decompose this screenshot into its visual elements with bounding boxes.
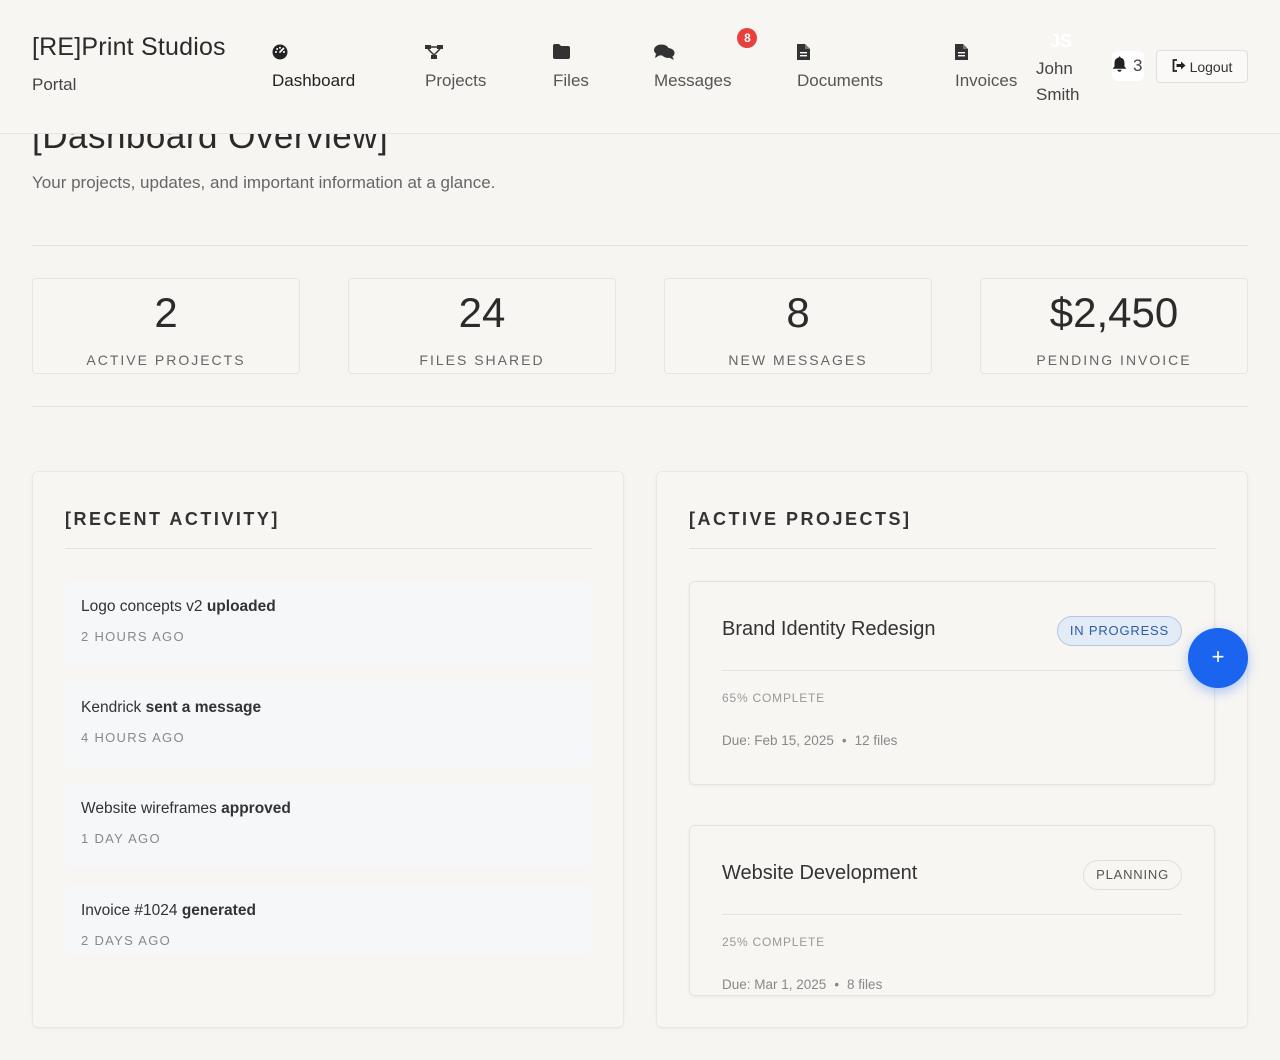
stat-value: 24: [458, 289, 506, 336]
activity-subject: Invoice #1024: [81, 902, 178, 919]
logout-button[interactable]: Logout: [1156, 50, 1248, 83]
panel-title: [ACTIVE PROJECTS]: [689, 509, 912, 529]
project-due: Due: Feb 15, 2025: [722, 733, 834, 748]
divider: [722, 914, 1182, 915]
separator: •: [841, 733, 847, 748]
project-meta: Due: Mar 1, 2025 • 8 files: [722, 977, 882, 992]
document-icon: [797, 44, 883, 62]
project-due: Due: Mar 1, 2025: [722, 977, 827, 992]
stat-label: ACTIVE PROJECTS: [86, 352, 246, 368]
stat-pending-invoice[interactable]: $2,450 PENDING INVOICE: [980, 278, 1248, 374]
nav-label: Invoices: [955, 71, 1018, 90]
nav-invoices[interactable]: Invoices: [955, 44, 1017, 94]
activity-item[interactable]: Logo concepts v2 uploaded 2 HOURS AGO: [65, 581, 592, 665]
status-badge: PLANNING: [1083, 860, 1182, 890]
project-card[interactable]: Website Development PLANNING 25% COMPLET…: [689, 825, 1215, 996]
stat-new-messages[interactable]: 8 NEW MESSAGES: [664, 278, 932, 374]
logout-icon: [1172, 58, 1186, 75]
stat-label: FILES SHARED: [419, 352, 545, 368]
divider: [689, 548, 1216, 549]
brand[interactable]: [RE]Print Studios Portal: [32, 32, 226, 95]
stat-label: PENDING INVOICE: [1036, 352, 1192, 368]
activity-item[interactable]: Website wireframes approved 1 DAY AGO: [65, 783, 592, 867]
nav-label: Files: [553, 71, 589, 90]
status-badge: IN PROGRESS: [1056, 616, 1182, 646]
nav-files[interactable]: Files: [553, 44, 589, 94]
messages-icon: [654, 44, 731, 62]
nav-messages[interactable]: Messages 8: [654, 28, 758, 94]
activity-subject: Logo concepts v2: [81, 598, 203, 615]
folder-icon: [553, 44, 589, 62]
activity-item[interactable]: Kendrick sent a message 4 HOURS AGO: [65, 682, 592, 766]
divider: [722, 670, 1182, 671]
active-projects-panel: [ACTIVE PROJECTS] Brand Identity Redesig…: [656, 471, 1248, 1028]
project-name: Brand Identity Redesign: [722, 618, 936, 640]
divider: [32, 245, 1248, 246]
activity-text: Invoice #1024 generated: [81, 902, 256, 920]
top-header: [RE]Print Studios Portal Dashboard Proje…: [0, 0, 1280, 134]
recent-activity-panel: [RECENT ACTIVITY] Logo concepts v2 uploa…: [32, 471, 624, 1028]
add-button[interactable]: +: [1188, 628, 1248, 688]
projects-icon: [425, 44, 486, 62]
messages-badge: 8: [737, 28, 758, 48]
panel-title: [RECENT ACTIVITY]: [65, 509, 280, 529]
separator: •: [834, 977, 840, 992]
nav-label: Messages: [654, 71, 732, 90]
dashboard-icon: [272, 44, 355, 62]
nav-documents[interactable]: Documents: [797, 44, 883, 94]
activity-time: 2 HOURS AGO: [81, 629, 185, 644]
bell-icon: [1112, 56, 1127, 77]
notifications-button[interactable]: 3: [1112, 51, 1144, 81]
activity-subject: Website wireframes: [81, 800, 217, 817]
nav-projects[interactable]: Projects: [425, 44, 486, 94]
activity-text: Logo concepts v2 uploaded: [81, 598, 276, 616]
activity-time: 4 HOURS AGO: [81, 730, 185, 745]
user-menu[interactable]: JS John Smith: [1036, 30, 1106, 108]
divider: [32, 406, 1248, 407]
nav-label: Dashboard: [272, 71, 356, 90]
activity-text: Kendrick sent a message: [81, 699, 261, 717]
user-name: John Smith: [1036, 59, 1080, 104]
page-subtitle: Your projects, updates, and important in…: [32, 173, 496, 192]
project-files: 8 files: [847, 977, 883, 992]
brand-name: [RE]Print Studios: [32, 33, 226, 61]
stat-value: 2: [154, 289, 178, 336]
notification-count: 3: [1133, 56, 1143, 75]
project-files: 12 files: [854, 733, 898, 748]
activity-action: generated: [181, 902, 256, 919]
activity-time: 1 DAY AGO: [81, 831, 161, 846]
avatar: JS: [1049, 31, 1073, 51]
activity-time: 2 DAYS AGO: [81, 933, 172, 948]
nav-dashboard[interactable]: Dashboard: [272, 44, 355, 94]
activity-subject: Kendrick: [81, 699, 142, 716]
project-progress: 65% COMPLETE: [722, 691, 825, 705]
activity-action: approved: [221, 800, 291, 817]
project-name: Website Development: [722, 862, 918, 884]
project-meta: Due: Feb 15, 2025 • 12 files: [722, 733, 897, 748]
stat-value: $2,450: [1049, 289, 1179, 336]
project-progress: 25% COMPLETE: [722, 935, 825, 949]
stat-value: 8: [786, 289, 810, 336]
logout-label: Logout: [1189, 58, 1233, 75]
nav-label: Projects: [425, 71, 487, 90]
divider: [65, 548, 592, 549]
nav-label: Documents: [797, 71, 883, 90]
activity-text: Website wireframes approved: [81, 800, 291, 818]
stat-label: NEW MESSAGES: [728, 352, 868, 368]
stat-files-shared[interactable]: 24 FILES SHARED: [348, 278, 616, 374]
activity-action: uploaded: [206, 598, 276, 615]
stat-active-projects[interactable]: 2 ACTIVE PROJECTS: [32, 278, 300, 374]
project-card[interactable]: Brand Identity Redesign IN PROGRESS 65% …: [689, 581, 1215, 785]
brand-subtitle: Portal: [32, 75, 77, 94]
activity-action: sent a message: [145, 699, 262, 716]
activity-item[interactable]: Invoice #1024 generated 2 DAYS AGO: [65, 885, 592, 955]
invoice-icon: [955, 44, 1017, 62]
